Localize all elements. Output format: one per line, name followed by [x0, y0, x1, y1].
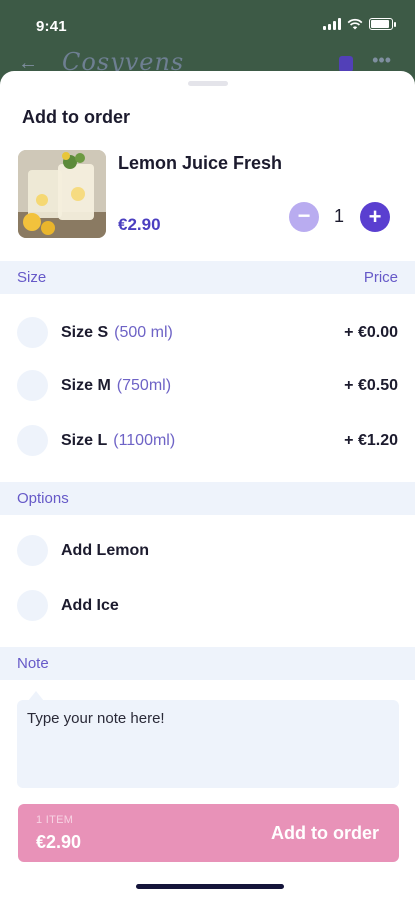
more-icon: •••	[372, 50, 391, 70]
size-name: Size S	[61, 324, 109, 341]
cta-label: Add to order	[271, 823, 379, 843]
add-to-order-button[interactable]: 1 ITEM €2.90 Add to order	[18, 804, 399, 862]
sheet-title: Add to order	[22, 107, 130, 127]
status-time: 9:41	[36, 18, 67, 35]
size-price: + €0.50	[344, 377, 398, 394]
radio-button[interactable]	[17, 317, 48, 348]
radio-button[interactable]	[17, 425, 48, 456]
sheet-grabber[interactable]	[188, 81, 228, 86]
size-section-header: Size Price	[0, 261, 415, 294]
note-header-label: Note	[17, 655, 49, 672]
price-header-label: Price	[363, 269, 398, 286]
option-add-ice[interactable]: Add Ice	[0, 588, 415, 624]
size-volume: (750ml)	[116, 377, 172, 394]
size-option-s[interactable]: Size S (500 ml) + €0.00	[0, 315, 415, 351]
note-section-header: Note	[0, 647, 415, 680]
options-header-label: Options	[17, 490, 69, 507]
cart-icon	[339, 56, 353, 72]
increase-quantity-button[interactable]: +	[360, 202, 390, 232]
battery-icon	[369, 18, 396, 30]
option-add-lemon[interactable]: Add Lemon	[0, 533, 415, 569]
wifi-icon	[347, 18, 363, 30]
size-header-label: Size	[17, 269, 47, 286]
size-volume: (500 ml)	[114, 324, 173, 341]
radio-button[interactable]	[17, 370, 48, 401]
quantity-value: 1	[333, 206, 344, 226]
status-icons	[323, 18, 396, 30]
product-image	[18, 150, 106, 238]
product-price: €2.90	[118, 215, 161, 234]
cta-item-count: 1 ITEM	[36, 814, 74, 826]
signal-icon	[323, 18, 341, 30]
size-name: Size M	[61, 377, 111, 394]
product-name: Lemon Juice Fresh	[118, 153, 283, 173]
option-name: Add Ice	[61, 597, 119, 614]
checkbox[interactable]	[17, 590, 48, 621]
size-price: + €0.00	[344, 324, 398, 341]
size-option-m[interactable]: Size M (750ml) + €0.50	[0, 368, 415, 404]
decrease-quantity-button[interactable]: −	[289, 202, 319, 232]
lemon-juice-image	[18, 150, 106, 238]
size-name: Size L	[61, 432, 108, 449]
options-section-header: Options	[0, 482, 415, 515]
checkbox[interactable]	[17, 535, 48, 566]
note-input[interactable]	[17, 700, 399, 788]
size-price: + €1.20	[344, 432, 398, 449]
home-indicator	[136, 884, 284, 889]
cta-total: €2.90	[36, 832, 82, 852]
option-name: Add Lemon	[61, 542, 149, 559]
size-option-l[interactable]: Size L (1100ml) + €1.20	[0, 423, 415, 459]
size-volume: (1100ml)	[113, 432, 176, 449]
add-to-order-sheet: Add to order Lemon Juice Fresh €2.90 − 1…	[0, 71, 415, 900]
